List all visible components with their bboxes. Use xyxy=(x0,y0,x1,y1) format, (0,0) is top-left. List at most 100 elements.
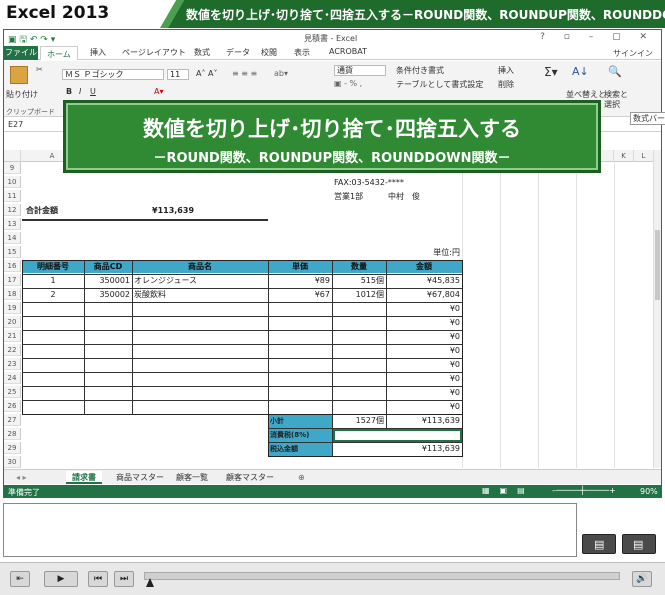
sort-icon[interactable]: A↓ xyxy=(572,65,589,78)
italic-button[interactable]: I xyxy=(79,87,81,96)
item-qty-cell[interactable]: 1012個 xyxy=(332,289,386,301)
item-cd-cell[interactable]: 350001 xyxy=(84,275,132,287)
volume-button[interactable]: 🔊 xyxy=(632,571,652,587)
row-header[interactable]: 22 xyxy=(4,344,21,356)
tab-insert[interactable]: 挿入 xyxy=(90,47,106,58)
previous-button[interactable]: ⏮ xyxy=(88,571,108,587)
orientation-icon[interactable]: ab▾ xyxy=(274,69,288,78)
total-label-cell[interactable]: 合計金額 xyxy=(26,205,58,217)
sheet-tab-customers[interactable]: 顧客一覧 xyxy=(170,471,214,484)
row-header[interactable]: 16 xyxy=(4,260,21,272)
autosum-icon[interactable]: Σ▾ xyxy=(544,65,558,79)
row-header[interactable]: 18 xyxy=(4,288,21,300)
row-header[interactable]: 11 xyxy=(4,190,21,202)
row-header[interactable]: 19 xyxy=(4,302,21,314)
sheet-tab-invoice[interactable]: 請求書 xyxy=(66,471,102,484)
amount-zero-cell[interactable]: ¥0 xyxy=(386,303,462,315)
taxed-label-cell[interactable]: 税込金額 xyxy=(270,443,298,455)
insert-cells-button[interactable]: 挿入 xyxy=(498,65,514,76)
view-buttons-icon[interactable]: ▦▣▤ xyxy=(482,486,535,495)
row-header[interactable]: 17 xyxy=(4,274,21,286)
row-header[interactable]: 26 xyxy=(4,400,21,412)
play-button[interactable]: ▶ xyxy=(44,571,78,587)
subtotal-value-cell[interactable]: ¥113,639 xyxy=(386,415,462,427)
select-button[interactable]: 選択 xyxy=(604,99,620,110)
bold-button[interactable]: B xyxy=(66,87,72,96)
window-controls[interactable]: ? ▫ – ▢ ✕ xyxy=(540,32,655,42)
amount-zero-cell[interactable]: ¥0 xyxy=(386,387,462,399)
tab-acrobat[interactable]: ACROBAT xyxy=(329,47,367,56)
fax-cell[interactable]: FAX:03-5432-**** xyxy=(334,177,404,189)
item-cd-cell[interactable]: 350002 xyxy=(84,289,132,301)
paste-button[interactable]: 貼り付け xyxy=(6,89,38,100)
underline-button[interactable]: U xyxy=(90,87,96,96)
column-header-cell[interactable]: L xyxy=(634,150,654,162)
sheet-nav-icon[interactable]: ◂ ▸ xyxy=(10,471,33,484)
row-header[interactable]: 9 xyxy=(4,162,21,174)
row-header[interactable]: 28 xyxy=(4,428,21,440)
item-no-cell[interactable]: 2 xyxy=(22,289,84,301)
item-qty-cell[interactable]: 515個 xyxy=(332,275,386,287)
item-amount-cell[interactable]: ¥45,835 xyxy=(386,275,462,287)
signin-link[interactable]: サインイン xyxy=(613,48,653,59)
sheet-tab-customer-master[interactable]: 顧客マスター xyxy=(220,471,280,484)
row-header[interactable]: 14 xyxy=(4,232,21,244)
seek-bar[interactable] xyxy=(144,572,620,580)
subtotal-qty-cell[interactable]: 1527個 xyxy=(332,415,386,427)
dept-cell[interactable]: 営業1部 xyxy=(334,191,363,203)
row-header[interactable]: 24 xyxy=(4,372,21,384)
zoom-level[interactable]: 90% xyxy=(640,487,658,496)
number-format-select[interactable]: 通貨 xyxy=(334,65,386,76)
notes-panel[interactable] xyxy=(3,503,577,557)
row-header[interactable]: 15 xyxy=(4,246,21,258)
tax-label-cell[interactable]: 消費税(8%) xyxy=(270,429,309,441)
item-no-cell[interactable]: 1 xyxy=(22,275,84,287)
add-sheet-icon[interactable]: ⊕ xyxy=(292,471,311,484)
item-amount-cell[interactable]: ¥67,804 xyxy=(386,289,462,301)
amount-zero-cell[interactable]: ¥0 xyxy=(386,359,462,371)
person-cell[interactable]: 中村 俊 xyxy=(388,191,420,203)
name-box[interactable]: E27 xyxy=(8,119,56,131)
row-header[interactable]: 23 xyxy=(4,358,21,370)
conditional-format-button[interactable]: 条件付き書式 xyxy=(396,65,444,76)
row-header[interactable]: 30 xyxy=(4,456,21,468)
tab-home[interactable]: ホーム xyxy=(40,46,78,60)
tab-formulas[interactable]: 数式 xyxy=(194,47,210,58)
row-header[interactable]: 29 xyxy=(4,442,21,454)
next-button[interactable]: ⏭ xyxy=(114,571,134,587)
sheet-tab-products[interactable]: 商品マスター xyxy=(110,471,170,484)
find-icon[interactable]: 🔍 xyxy=(608,65,622,78)
amount-zero-cell[interactable]: ¥0 xyxy=(386,401,462,413)
total-value-cell[interactable]: ¥113,639 xyxy=(152,205,194,217)
item-price-cell[interactable]: ¥67 xyxy=(268,289,332,301)
paste-icon[interactable] xyxy=(10,66,28,84)
column-header-cell[interactable]: K xyxy=(614,150,634,162)
cut-icon[interactable]: ✂ xyxy=(36,65,43,74)
subtotal-label-cell[interactable]: 小計 xyxy=(270,415,284,427)
row-header[interactable]: 20 xyxy=(4,316,21,328)
row-header[interactable]: 10 xyxy=(4,176,21,188)
vertical-scrollbar[interactable] xyxy=(653,150,661,468)
tab-data[interactable]: データ xyxy=(226,47,250,58)
amount-zero-cell[interactable]: ¥0 xyxy=(386,317,462,329)
font-grow-icon[interactable]: A˄ A˅ xyxy=(196,69,218,78)
unit-cell[interactable]: 単位:円 xyxy=(386,247,462,259)
exit-button[interactable]: ⇤ xyxy=(10,571,30,587)
tab-review[interactable]: 校閲 xyxy=(261,47,277,58)
row-header[interactable]: 13 xyxy=(4,218,21,230)
font-size-select[interactable]: 11 xyxy=(167,69,189,80)
notes-view-button[interactable]: ▤ xyxy=(582,534,616,554)
percent-icon[interactable]: ▣ - % , xyxy=(334,79,362,88)
tab-view[interactable]: 表示 xyxy=(294,47,310,58)
amount-zero-cell[interactable]: ¥0 xyxy=(386,345,462,357)
row-header[interactable]: 25 xyxy=(4,386,21,398)
item-price-cell[interactable]: ¥89 xyxy=(268,275,332,287)
table-format-button[interactable]: テーブルとして書式設定 xyxy=(396,79,483,90)
row-header[interactable]: 27 xyxy=(4,414,21,426)
tab-page-layout[interactable]: ページレイアウト xyxy=(122,47,186,58)
font-name-select[interactable]: ＭＳ Ｐゴシック xyxy=(62,69,164,80)
item-name-cell[interactable]: オレンジジュース xyxy=(134,275,197,287)
align-icon[interactable]: ≡ ≡ ≡ xyxy=(232,69,257,78)
zoom-slider-icon[interactable]: –─────┼─────+ xyxy=(552,486,616,495)
amount-zero-cell[interactable]: ¥0 xyxy=(386,331,462,343)
